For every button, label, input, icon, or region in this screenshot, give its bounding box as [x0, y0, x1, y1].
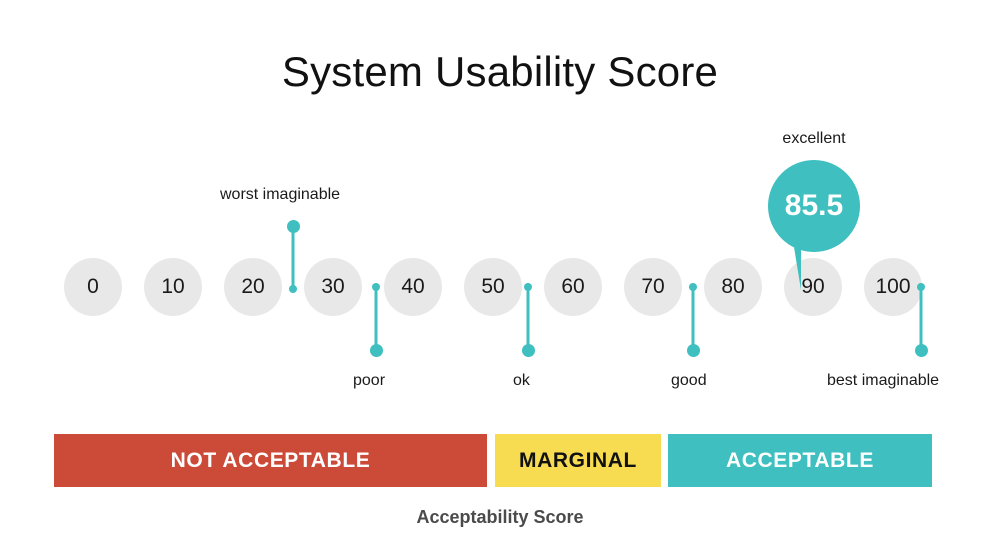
marker-stem	[374, 287, 378, 352]
acceptability-segment-not-acceptable: NOT ACCEPTABLE	[54, 434, 487, 487]
acceptability-segment-label: NOT ACCEPTABLE	[170, 448, 371, 472]
marker-best-imaginable	[914, 283, 928, 359]
marker-stem	[691, 287, 695, 352]
marker-dot-icon	[521, 344, 535, 357]
marker-label-poor: poor	[353, 372, 386, 389]
scale-circle-label: 90	[801, 275, 825, 298]
acceptability-bar: NOT ACCEPTABLE MARGINAL ACCEPTABLE	[54, 434, 932, 487]
marker-poor	[369, 283, 383, 359]
marker-label-worst-imaginable: worst imaginable	[220, 186, 341, 203]
marker-dot-icon	[686, 344, 700, 357]
acceptability-segment-marginal: MARGINAL	[495, 434, 661, 487]
sus-chart-canvas: System Usability Score 0 10 20 30 40 50 …	[0, 0, 1000, 556]
scale-circle-label: 100	[875, 275, 911, 298]
scale-circle-60: 60	[544, 258, 602, 316]
scale-circle-80: 80	[704, 258, 762, 316]
marker-worst-imaginable	[286, 220, 300, 296]
scale-circle-label: 30	[321, 275, 345, 298]
marker-dot-icon	[369, 344, 383, 357]
scale-circle-0: 0	[64, 258, 122, 316]
marker-label-good: good	[671, 372, 707, 389]
scale-circle-label: 20	[241, 275, 265, 298]
marker-ok	[521, 283, 535, 359]
acceptability-segment-label: MARGINAL	[519, 448, 637, 472]
scale-circle-10: 10	[144, 258, 202, 316]
acceptability-segment-acceptable: ACCEPTABLE	[668, 434, 932, 487]
scale-circle-label: 80	[721, 275, 745, 298]
acceptability-caption: Acceptability Score	[416, 507, 584, 527]
marker-good	[686, 283, 700, 359]
marker-label-ok: ok	[513, 372, 530, 389]
marker-stem	[526, 287, 530, 352]
score-value: 85.5	[784, 189, 844, 222]
scale-circle-label: 10	[161, 275, 185, 298]
scale-circle-40: 40	[384, 258, 442, 316]
scale-circle-label: 50	[481, 275, 505, 298]
scale-circle-50: 50	[464, 258, 522, 316]
scale-circle-30: 30	[304, 258, 362, 316]
score-bubble: 85.5	[768, 160, 860, 290]
score-rating-label: excellent	[782, 130, 846, 147]
scale-circle-label: 40	[401, 275, 425, 298]
scale-circle-label: 60	[561, 275, 585, 298]
marker-stem	[919, 287, 923, 352]
scale-circle-20: 20	[224, 258, 282, 316]
scale-circle-label: 0	[87, 275, 99, 298]
marker-stem	[291, 226, 295, 291]
scale-circle-label: 70	[641, 275, 665, 298]
acceptability-segment-label: ACCEPTABLE	[726, 448, 874, 472]
marker-label-best-imaginable: best imaginable	[827, 372, 940, 389]
marker-endpoint-dot-icon	[289, 285, 297, 293]
marker-dot-icon	[914, 344, 928, 357]
page-title: System Usability Score	[281, 48, 719, 95]
scale-circle-70: 70	[624, 258, 682, 316]
